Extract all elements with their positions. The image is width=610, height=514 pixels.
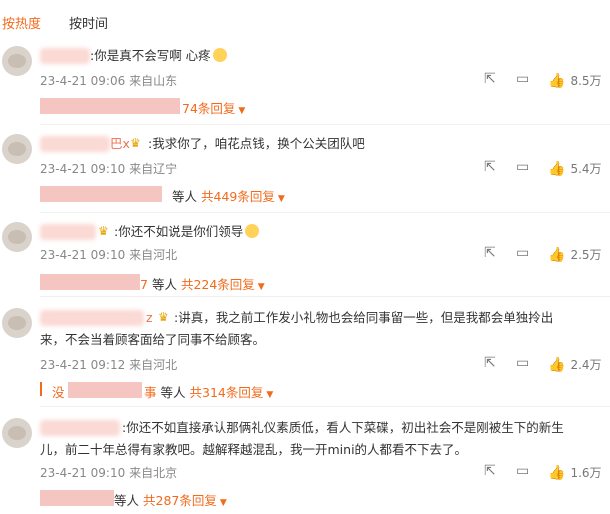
blurred-username[interactable] (40, 310, 144, 326)
reply-count: 共314条回复 (189, 385, 264, 400)
crown-icon: ♛ (130, 136, 141, 150)
comment-item: z ♛ :讲真，我之前工作发小礼物也会给同事留一些，但是我都会单独拎出 来，不会… (0, 302, 610, 402)
share-icon: ⇱ (484, 463, 496, 479)
reply-count: 74条回复 (182, 101, 236, 116)
share-icon: ⇱ (484, 245, 496, 261)
blurred-replier (68, 382, 142, 398)
share-button[interactable]: ⇱ (484, 72, 496, 86)
crown-icon: ♛ (158, 310, 169, 324)
divider (40, 124, 610, 125)
blurred-replier (40, 274, 140, 290)
blurred-username[interactable] (40, 420, 120, 436)
reply-button[interactable]: ▭ (516, 356, 529, 370)
blurred-replier (40, 186, 162, 202)
share-button[interactable]: ⇱ (484, 246, 496, 260)
blurred-username[interactable] (40, 136, 110, 152)
arrow-down-icon: ▼ (277, 194, 285, 204)
crown-icon: ♛ (98, 224, 109, 238)
username-tail[interactable]: 巴x (110, 133, 130, 155)
like-button[interactable]: 👍 8.5万 (548, 72, 602, 89)
share-icon: ⇱ (484, 355, 496, 371)
reply-count: 共287条回复 (143, 493, 217, 508)
tab-by-time[interactable]: 按时间 (69, 13, 108, 32)
share-icon: ⇱ (484, 71, 496, 87)
reply-button[interactable]: ▭ (516, 246, 529, 260)
avatar[interactable] (2, 222, 32, 252)
reply-button[interactable]: ▭ (516, 72, 529, 86)
comment-meta: 23-4-21 09:12 来自河北 (40, 358, 178, 372)
like-icon: 👍 (548, 246, 566, 263)
emoji-icon (212, 48, 227, 62)
comment-icon: ▭ (516, 245, 530, 261)
like-icon: 👍 (548, 464, 566, 481)
like-icon: 👍 (548, 356, 566, 373)
share-button[interactable]: ⇱ (484, 356, 496, 370)
share-button[interactable]: ⇱ (484, 160, 496, 174)
comment-text: :你还不如说是你们领导 (114, 221, 260, 243)
sort-tabs: 按热度 按时间 (0, 6, 610, 36)
like-icon: 👍 (548, 160, 566, 177)
comment-meta: 23-4-21 09:10 来自辽宁 (40, 162, 178, 176)
avatar[interactable] (2, 308, 32, 338)
arrow-down-icon: ▼ (219, 498, 227, 508)
comment-text-line: 来，不会当着顾客面给了同事不给顾客。 (40, 332, 266, 347)
blurred-replier (40, 490, 114, 506)
reply-count: 共224条回复 (180, 277, 255, 292)
divider (40, 296, 610, 297)
comment-meta: 23-4-21 09:06 来自山东 (40, 74, 178, 88)
like-icon: 👍 (548, 72, 566, 89)
comment-item: 巴x ♛ :我求你了，咱花点钱，换个公关团队吧 23-4-21 09:10 来自… (0, 130, 610, 210)
comment-item: :你是真不会写啊 心疼 23-4-21 09:06 来自山东 ⇱ ▭ 👍 8.5万… (0, 40, 610, 120)
like-button[interactable]: 👍 2.4万 (548, 356, 602, 373)
username-tail[interactable]: z (146, 307, 153, 329)
comment-icon: ▭ (516, 159, 530, 175)
reply-count: 共449条回复 (201, 189, 275, 204)
arrow-down-icon: ▼ (238, 106, 246, 116)
comment-icon: ▭ (516, 463, 530, 479)
emoji-icon (245, 224, 260, 238)
blurred-username[interactable] (40, 224, 96, 240)
share-icon: ⇱ (484, 159, 496, 175)
reply-button[interactable]: ▭ (516, 160, 529, 174)
avatar[interactable] (2, 418, 32, 448)
comment-item: :你还不如直接承认那俩礼仪素质低，看人下菜碟，初出社会不是刚被生下的新生 儿，前… (0, 412, 610, 512)
like-button[interactable]: 👍 5.4万 (548, 160, 602, 177)
comment-item: ♛ :你还不如说是你们领导 23-4-21 09:10 来自河北 ⇱ ▭ 👍 2.… (0, 218, 610, 298)
reply-button[interactable]: ▭ (516, 464, 529, 478)
arrow-down-icon: ▼ (266, 390, 274, 400)
comment-text-line: 儿，前二十年总得有家教吧。越解释越混乱，我一开mini的人都看不下去了。 (40, 442, 468, 457)
divider (40, 406, 610, 407)
blurred-username[interactable] (40, 48, 90, 64)
divider (40, 212, 610, 213)
comment-text: :你是真不会写啊 心疼 (90, 45, 227, 67)
comment-text-line: :你还不如直接承认那俩礼仪素质低，看人下菜碟，初出社会不是刚被生下的新生 (122, 420, 564, 435)
comment-meta: 23-4-21 09:10 来自北京 (40, 466, 178, 480)
share-button[interactable]: ⇱ (484, 464, 496, 478)
like-button[interactable]: 👍 1.6万 (548, 464, 602, 481)
like-button[interactable]: 👍 2.5万 (548, 246, 602, 263)
avatar[interactable] (2, 46, 32, 76)
comment-meta: 23-4-21 09:10 来自河北 (40, 248, 178, 262)
arrow-down-icon: ▼ (257, 282, 265, 292)
avatar[interactable] (2, 134, 32, 164)
comment-icon: ▭ (516, 355, 530, 371)
comment-text-line: :讲真，我之前工作发小礼物也会给同事留一些，但是我都会单独拎出 (174, 310, 554, 325)
comment-icon: ▭ (516, 71, 530, 87)
reply-bar (40, 382, 42, 396)
tab-by-heat[interactable]: 按热度 (2, 13, 41, 32)
comment-text: :我求你了，咱花点钱，换个公关团队吧 (148, 136, 365, 151)
blurred-replier (40, 98, 180, 114)
